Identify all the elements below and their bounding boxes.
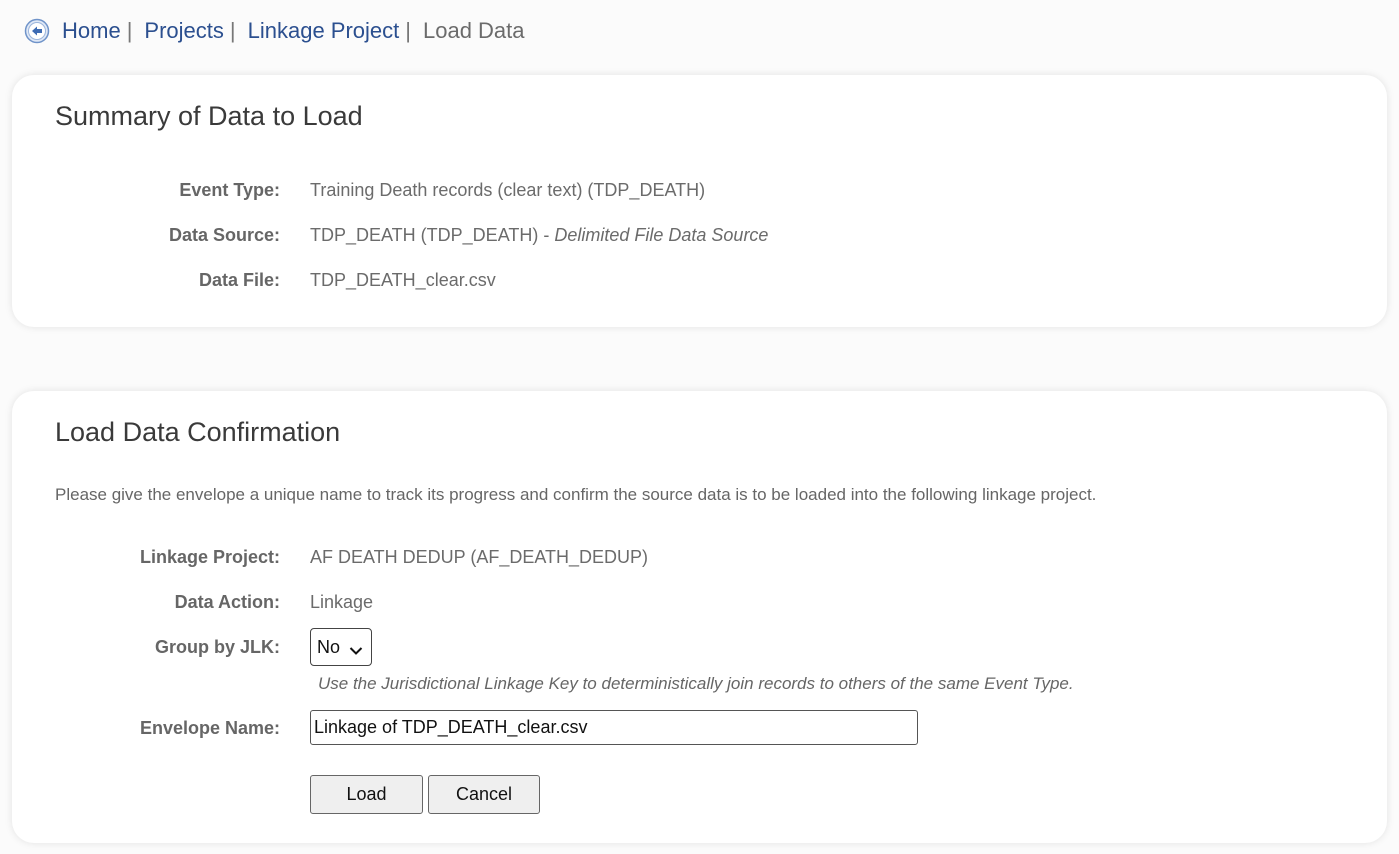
data-source-name: TDP_DEATH (TDP_DEATH) - [310,224,555,245]
linkage-project-value: AF DEATH DEDUP (AF_DEATH_DEDUP) [310,546,649,567]
data-source-row: Data Source: TDP_DEATH (TDP_DEATH) - Del… [12,223,769,247]
linkage-project-row: Linkage Project: AF DEATH DEDUP (AF_DEAT… [12,545,648,569]
summary-title: Summary of Data to Load [55,101,363,131]
envelope-name-row: Envelope Name: [12,716,280,740]
event-type-label: Event Type: [179,179,280,200]
breadcrumb-separator: | [405,18,411,43]
data-file-row: Data File: TDP_DEATH_clear.csv [12,268,496,292]
breadcrumb-separator: | [229,18,236,43]
breadcrumb: Home | Projects | Linkage Project | Load… [24,16,525,46]
data-file-value: TDP_DEATH_clear.csv [310,269,496,290]
group-by-select[interactable]: No [310,628,372,666]
group-by-hint: Use the Jurisdictional Linkage Key to de… [318,674,1074,693]
group-by-label: Group by JLK: [155,636,280,657]
envelope-name-input[interactable] [310,710,918,745]
data-source-kind: Delimited File Data Source [554,224,769,245]
breadcrumb-separator: | [126,18,133,43]
data-file-label: Data File: [198,269,280,290]
breadcrumb-linkage-project-link[interactable]: Linkage Project [248,18,400,44]
linkage-project-label: Linkage Project: [139,546,280,567]
data-source-label: Data Source: [168,224,280,245]
load-button[interactable]: Load [310,775,423,814]
envelope-name-label: Envelope Name: [139,717,280,738]
data-source-value: TDP_DEATH (TDP_DEATH) - Delimited File D… [310,225,768,246]
breadcrumb-current: Load Data [422,18,525,43]
chevron-down-icon [349,641,363,655]
summary-card: Summary of Data to Load Event Type: Trai… [12,75,1387,327]
event-type-row: Event Type: Training Death records (clea… [12,178,705,202]
event-type-value: Training Death records (clear text) (TDP… [310,179,706,200]
back-arrow-icon[interactable] [24,18,50,44]
confirmation-title: Load Data Confirmation [55,417,341,447]
confirmation-card: Load Data Confirmation Please give the e… [12,391,1387,843]
data-action-label: Data Action: [174,591,280,612]
data-action-row: Data Action: Linkage [12,590,373,614]
breadcrumb-projects-link[interactable]: Projects [144,18,223,44]
group-by-selected-value: No [317,636,341,657]
breadcrumb-home-link[interactable]: Home [62,18,121,44]
data-action-value: Linkage [310,591,374,612]
group-by-row: Group by JLK: [12,635,280,659]
confirmation-intro: Please give the envelope a unique name t… [55,485,1097,504]
cancel-button[interactable]: Cancel [428,775,540,814]
